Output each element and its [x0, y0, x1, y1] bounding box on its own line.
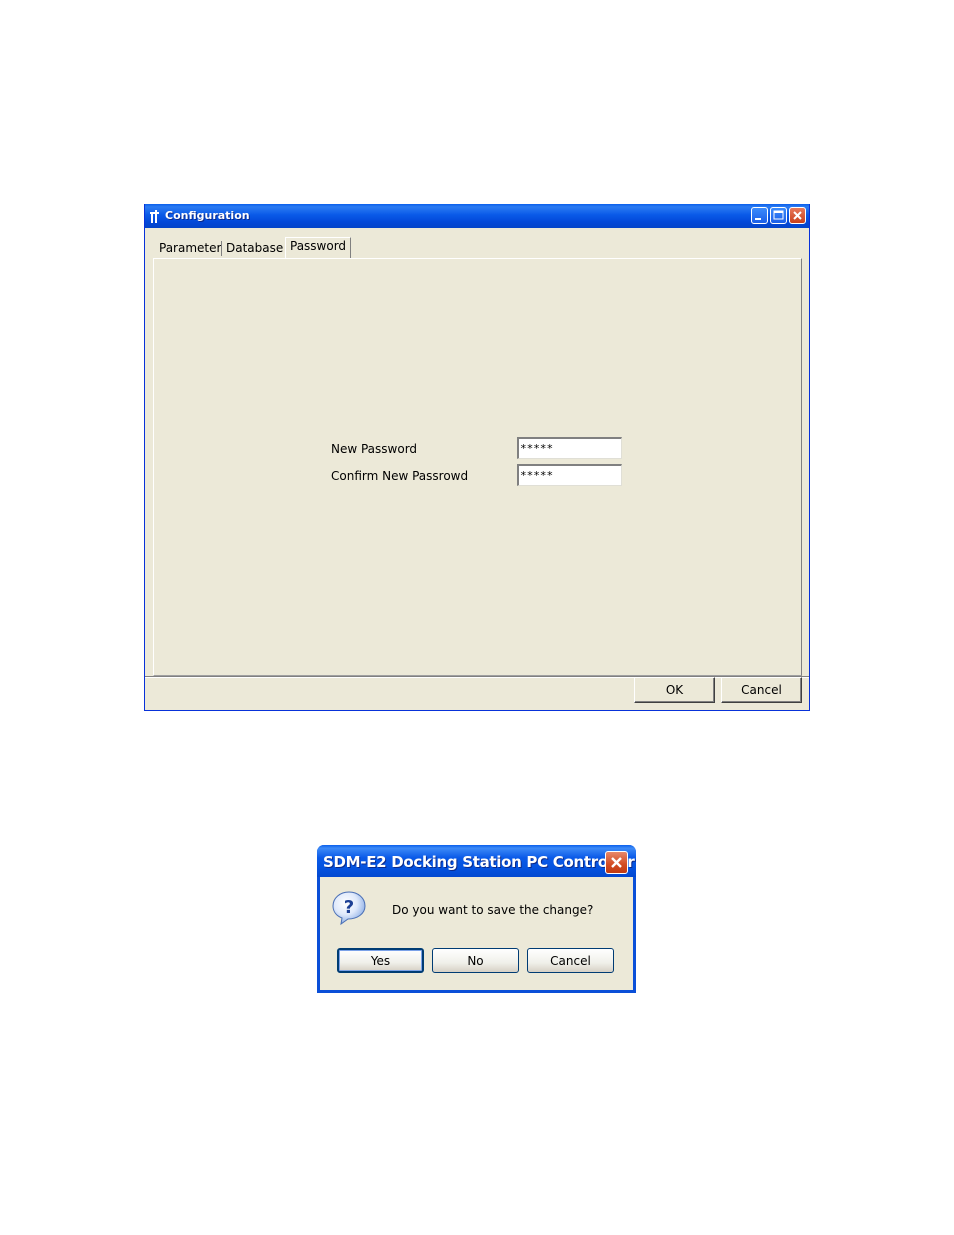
- confirm-password-label: Confirm New Passrowd: [331, 469, 469, 483]
- save-change-dialog: SDM-E2 Docking Station PC Controller ? D…: [317, 845, 636, 993]
- app-icon: [150, 209, 160, 223]
- no-button[interactable]: No: [432, 948, 519, 973]
- cancel-button[interactable]: Cancel: [721, 677, 802, 703]
- password-panel: New Password Confirm New Passrowd: [153, 258, 802, 676]
- configuration-window: Configuration Parameter Database Passwor…: [144, 204, 810, 711]
- confirm-password-field[interactable]: [517, 464, 622, 486]
- tab-database[interactable]: Database: [222, 240, 287, 257]
- svg-text:?: ?: [344, 897, 354, 918]
- new-password-field[interactable]: [517, 437, 622, 459]
- page: Configuration Parameter Database Passwor…: [0, 0, 954, 1235]
- dialog-title: SDM-E2 Docking Station PC Controller: [323, 853, 635, 871]
- question-icon: ?: [331, 890, 367, 926]
- tab-parameter[interactable]: Parameter: [155, 240, 225, 257]
- title-bar[interactable]: Configuration: [145, 204, 809, 228]
- ok-button[interactable]: OK: [634, 677, 715, 703]
- dialog-cancel-button[interactable]: Cancel: [527, 948, 614, 973]
- window-title: Configuration: [165, 209, 250, 222]
- dialog-close-button[interactable]: [605, 851, 628, 874]
- dialog-message: Do you want to save the change?: [392, 903, 594, 917]
- maximize-button[interactable]: [770, 207, 787, 224]
- dialog-title-bar[interactable]: SDM-E2 Docking Station PC Controller: [317, 845, 636, 877]
- yes-button[interactable]: Yes: [337, 948, 424, 973]
- new-password-label: New Password: [331, 442, 418, 456]
- close-button[interactable]: [789, 207, 806, 224]
- minimize-button[interactable]: [751, 207, 768, 224]
- tab-password[interactable]: Password: [285, 237, 352, 258]
